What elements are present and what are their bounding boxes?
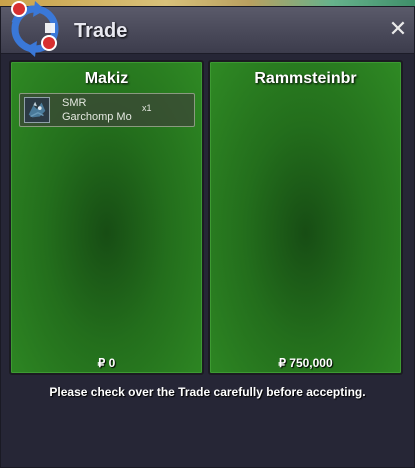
item-name-line2: Garchomp Mo: [62, 111, 132, 123]
title-bar[interactable]: Trade ✕: [1, 1, 414, 57]
trade-arrows-icon: [11, 1, 59, 57]
trade-window: Trade ✕ Makiz SMR Garchomp Mo x1 ₽ 0 Ram…: [0, 1, 415, 468]
trader-name-left: Makiz: [84, 70, 129, 87]
window-title: Trade: [74, 20, 128, 42]
their-offer-panel: Rammsteinbr ₽ 750,000: [208, 60, 403, 375]
my-offer-panel: Makiz SMR Garchomp Mo x1 ₽ 0: [9, 60, 204, 375]
trade-notice: Please check over the Trade carefully be…: [49, 385, 366, 399]
money-amount-left: ₽ 0: [97, 356, 116, 370]
item-name-line1: SMR: [62, 97, 87, 109]
trade-item-slot[interactable]: SMR Garchomp Mo x1: [19, 93, 195, 127]
garchomp-mount-icon: [24, 97, 50, 123]
trader-name-right: Rammsteinbr: [254, 70, 357, 87]
money-amount-right: ₽ 750,000: [278, 356, 333, 370]
item-quantity: x1: [142, 103, 152, 113]
close-button[interactable]: ✕: [388, 19, 408, 41]
